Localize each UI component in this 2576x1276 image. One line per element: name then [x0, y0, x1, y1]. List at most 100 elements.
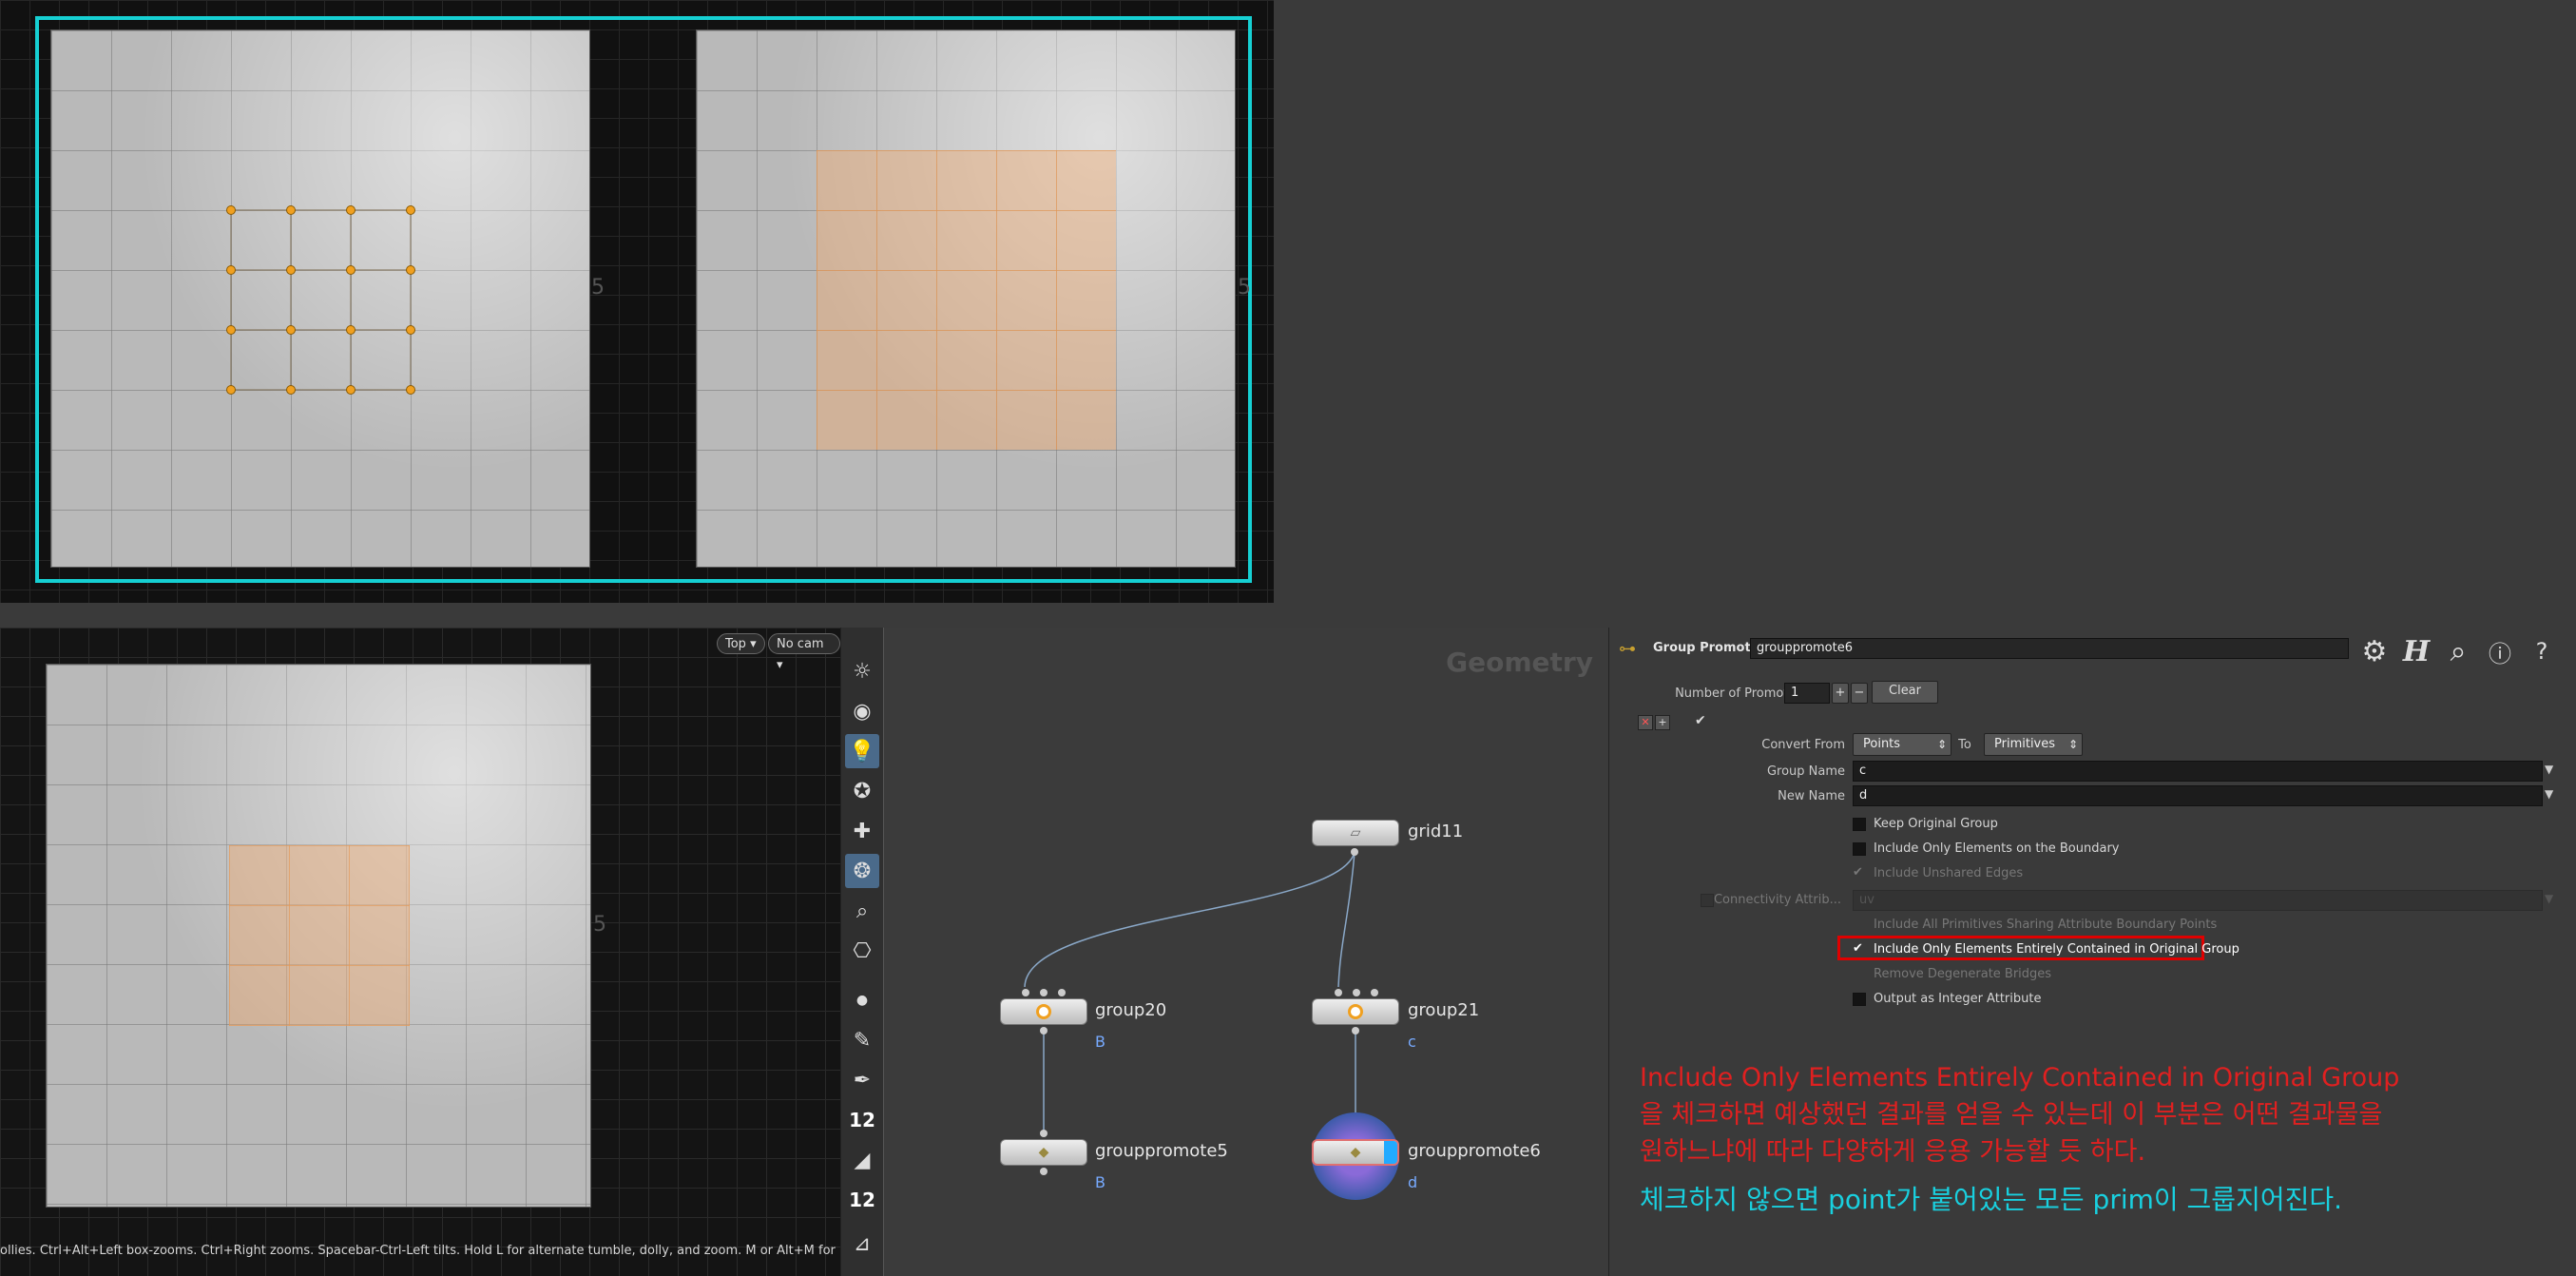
output-connector[interactable] [1040, 1027, 1048, 1034]
pen-icon[interactable]: ✒ [845, 1063, 879, 1097]
input-connector[interactable] [1335, 989, 1342, 996]
pane-separator[interactable] [0, 603, 2576, 628]
top-viewport[interactable]: 5 5 [0, 0, 1274, 603]
node-grid11[interactable]: ▱ [1312, 820, 1399, 846]
node-grouppromote6[interactable]: ◆ [1312, 1139, 1399, 1166]
selected-point[interactable] [346, 325, 356, 335]
result-primitives-region [229, 845, 410, 1026]
point-light-icon[interactable]: 💡 [845, 734, 879, 768]
output-connector[interactable] [1040, 1168, 1048, 1175]
selected-point[interactable] [286, 325, 296, 335]
gear-icon[interactable]: ⚙ [2358, 635, 2391, 668]
new-name-menu-arrow-icon[interactable]: ▼ [2545, 787, 2553, 801]
selected-point[interactable] [286, 205, 296, 215]
num-promotions-label: Number of Promotions [1675, 686, 1814, 701]
selected-point[interactable] [226, 385, 236, 395]
boundary-only-checkbox[interactable] [1853, 842, 1866, 856]
selected-point[interactable] [346, 205, 356, 215]
input-connector[interactable] [1040, 989, 1048, 996]
add-promotion-button[interactable]: + [1832, 683, 1849, 704]
node-grouppromote5[interactable]: ◆ [1000, 1139, 1087, 1166]
input-connector[interactable] [1022, 989, 1029, 996]
node-label-grid11: grid11 [1408, 822, 1464, 841]
spot-light-icon[interactable]: ✪ [845, 774, 879, 808]
selected-point[interactable] [346, 265, 356, 275]
area-light-icon[interactable]: ✚ [845, 814, 879, 848]
measure-icon[interactable]: ⊿ [845, 1227, 879, 1261]
help-icon[interactable]: ? [2526, 635, 2558, 667]
contained-only-label: Include Only Elements Entirely Contained… [1874, 942, 2240, 957]
env-light-icon[interactable]: ❂ [845, 854, 879, 888]
node-group-hint: d [1408, 1173, 1418, 1191]
connectivity-menu-arrow-icon[interactable]: ▼ [2545, 892, 2553, 905]
input-connector[interactable] [1353, 989, 1360, 996]
note-red-line-2: 을 체크하면 예상했던 결과를 얻을 수 있는데 이 부분은 어떤 결과물을 [1640, 1100, 2383, 1130]
enable-instance-check-icon[interactable]: ✔ [1695, 713, 1706, 728]
keep-original-group-checkbox[interactable] [1853, 818, 1866, 831]
connectivity-attrib-field[interactable]: uv [1853, 890, 2543, 911]
unshared-edges-checkbox[interactable]: ✔ [1853, 865, 1863, 880]
camera-icon[interactable]: ⌕ [845, 894, 879, 928]
camera-menu[interactable]: No cam ▾ [768, 633, 840, 672]
grid-plane-primitives[interactable] [696, 29, 1236, 568]
convert-to-select[interactable]: Primitives ⇕ [1984, 733, 2083, 756]
remove-promotion-button[interactable]: − [1851, 683, 1868, 704]
dot-icon[interactable]: ● [845, 983, 879, 1017]
bottom-viewport[interactable]: Top ▾ No cam ▾ 5 [0, 628, 840, 1276]
network-editor[interactable]: Geometry ▱ grid11 group20 B group21 c ◆ … [884, 628, 1608, 1276]
insert-instance-icon[interactable]: + [1655, 715, 1670, 730]
output-connector[interactable] [1351, 848, 1358, 856]
group-name-field[interactable]: c [1853, 761, 2543, 782]
node-name-field[interactable]: grouppromote6 [1750, 638, 2349, 659]
selected-point[interactable] [406, 205, 415, 215]
info-icon[interactable]: ⓘ [2484, 635, 2516, 667]
grid-plane-result[interactable] [46, 664, 591, 1208]
selected-point[interactable] [286, 265, 296, 275]
viewport-status-text: ollies. Ctrl+Alt+Left box-zooms. Ctrl+Ri… [0, 1244, 840, 1258]
selected-point[interactable] [226, 205, 236, 215]
display-flag[interactable] [1384, 1141, 1397, 1164]
view-top-menu[interactable]: Top ▾ [717, 633, 765, 654]
selected-point[interactable] [406, 325, 415, 335]
selected-points [51, 30, 591, 569]
contained-only-checkbox[interactable]: ✔ [1853, 941, 1863, 956]
grouppromote-node-icon: ◆ [1350, 1145, 1361, 1160]
selected-point[interactable] [226, 265, 236, 275]
houdini-help-icon[interactable]: H [2400, 635, 2432, 668]
output-connector[interactable] [1352, 1027, 1359, 1034]
selected-point[interactable] [406, 265, 415, 275]
convert-from-select[interactable]: Points ⇕ [1853, 733, 1951, 756]
axis-label-right: 5 [1238, 276, 1251, 300]
node-label-group20: group20 [1095, 1000, 1167, 1020]
num-promotions-field[interactable]: 1 [1784, 683, 1830, 704]
input-connector[interactable] [1058, 989, 1066, 996]
stereo-camera-icon[interactable]: ⎔ [845, 934, 879, 968]
selected-primitives-region [817, 150, 1116, 450]
selected-point[interactable] [286, 385, 296, 395]
to-label: To [1958, 738, 1971, 752]
brush-icon[interactable]: ✎ [845, 1023, 879, 1057]
bone-icon[interactable]: ◢ [845, 1143, 879, 1177]
grid-plane-points[interactable] [50, 29, 590, 568]
new-name-field[interactable]: d [1853, 785, 2543, 806]
group-menu-arrow-icon[interactable]: ▼ [2545, 763, 2553, 776]
selected-point[interactable] [406, 385, 415, 395]
node-group-hint: B [1095, 1033, 1105, 1051]
clear-button[interactable]: Clear [1872, 681, 1938, 704]
ambient-light-icon[interactable]: ◉ [845, 694, 879, 728]
output-integer-label: Output as Integer Attribute [1874, 992, 2042, 1006]
pose-tool-icon[interactable]: 12 [845, 1103, 879, 1137]
empty-pane [1274, 0, 2576, 628]
output-integer-checkbox[interactable] [1853, 993, 1866, 1006]
input-connector[interactable] [1371, 989, 1378, 996]
selected-point[interactable] [346, 385, 356, 395]
node-group21[interactable] [1312, 998, 1399, 1025]
remove-instance-icon[interactable]: ✕ [1638, 715, 1653, 730]
input-connector[interactable] [1040, 1130, 1048, 1137]
node-label-grouppromote5: grouppromote5 [1095, 1141, 1228, 1161]
selected-point[interactable] [226, 325, 236, 335]
search-icon[interactable]: ⌕ [2442, 635, 2474, 668]
node-group20[interactable] [1000, 998, 1087, 1025]
light-icon[interactable]: ☼ [845, 654, 879, 688]
capture-icon[interactable]: 12 [845, 1183, 879, 1217]
